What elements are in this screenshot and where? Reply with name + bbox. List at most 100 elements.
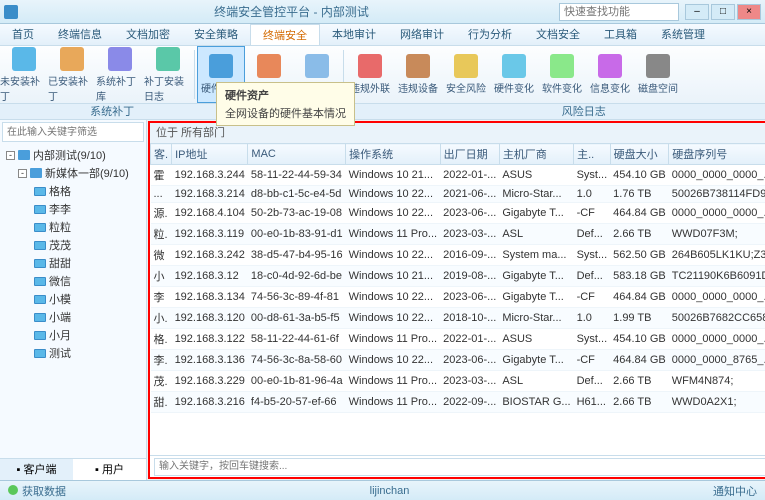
menu-9[interactable]: 工具箱 <box>592 24 649 45</box>
table-row[interactable]: 李192.168.3.13474-56-3c-89-4f-81Windows 1… <box>151 287 765 308</box>
ribbon-label: 已安装补丁 <box>48 73 96 103</box>
ribbon-磁盘空间[interactable]: 磁盘空间 <box>634 46 682 103</box>
col-header[interactable]: 客. <box>151 144 172 165</box>
menu-6[interactable]: 网络审计 <box>388 24 456 45</box>
ribbon-已安装补丁[interactable]: 已安装补丁 <box>48 46 96 103</box>
cell: 1.99 TB <box>610 308 669 329</box>
ribbon-label: 系统补丁库 <box>96 73 144 103</box>
tree-node[interactable]: 小月 <box>2 326 144 344</box>
col-header[interactable]: 硬盘大小 <box>610 144 669 165</box>
ribbon-icon <box>305 54 329 78</box>
tree-filter-input[interactable] <box>2 122 144 142</box>
cell: 583.18 GB <box>610 266 669 287</box>
breadcrumb: 位于 所有部门 ✎ ⟳ <box>150 123 765 143</box>
ribbon-icon <box>646 54 670 78</box>
side-tab-0[interactable]: ▪ 客户端 <box>0 459 73 480</box>
col-header[interactable]: 操作系统 <box>346 144 440 165</box>
menu-5[interactable]: 本地审计 <box>320 24 388 45</box>
table-row[interactable]: 源.192.168.4.10450-2b-73-ac-19-08Windows … <box>151 203 765 224</box>
ribbon-label: 违规外联 <box>350 80 390 95</box>
tree-node[interactable]: 小端 <box>2 308 144 326</box>
tooltip: 硬件资产 全网设备的硬件基本情况 <box>216 82 355 126</box>
cell: 464.84 GB <box>610 203 669 224</box>
ribbon-icon <box>60 47 84 71</box>
cell: 00-e0-1b-83-91-d1 <box>248 224 346 245</box>
menu-1[interactable]: 终端信息 <box>46 24 114 45</box>
ribbon-label: 安全风险 <box>446 80 486 95</box>
cell: 小 <box>151 266 172 287</box>
cell: Micro-Star... <box>499 308 573 329</box>
tree-node[interactable]: 格格 <box>2 182 144 200</box>
cell: 2022-01-... <box>440 165 499 186</box>
table-row[interactable]: 茂.192.168.3.22900-e0-1b-81-96-4aWindows … <box>151 371 765 392</box>
cell: 0000_0000_8765_... <box>669 350 765 371</box>
menu-4[interactable]: 终端安全 <box>250 24 320 45</box>
menu-10[interactable]: 系统管理 <box>649 24 717 45</box>
tree-node[interactable]: 李李 <box>2 200 144 218</box>
table-row[interactable]: 微192.168.3.24238-d5-47-b4-95-16Windows 1… <box>151 245 765 266</box>
col-header[interactable]: 主.. <box>574 144 611 165</box>
cell: 50026B738114FD9... <box>669 186 765 203</box>
data-table-wrap[interactable]: 客.IP地址MAC操作系统出厂日期主机厂商主..硬盘大小硬盘序列号CPU型号内存… <box>150 143 765 455</box>
ribbon-安全风险[interactable]: 安全风险 <box>442 46 490 103</box>
table-row[interactable]: 甜.192.168.3.216f4-b5-20-57-ef-66Windows … <box>151 392 765 413</box>
cell: 464.84 GB <box>610 350 669 371</box>
menu-2[interactable]: 文档加密 <box>114 24 182 45</box>
cell: 2016-09-... <box>440 245 499 266</box>
cell: 2023-06-... <box>440 287 499 308</box>
cell: d8-bb-c1-5c-e4-5d <box>248 186 346 203</box>
tooltip-title: 硬件资产 <box>225 87 346 103</box>
tree-node[interactable]: -新媒体一部(9/10) <box>2 164 144 182</box>
ribbon-信息变化[interactable]: 信息变化 <box>586 46 634 103</box>
ribbon-硬件变化[interactable]: 硬件变化 <box>490 46 538 103</box>
cell: 0000_0000_0000_... <box>669 329 765 350</box>
tree-node[interactable]: 茂茂 <box>2 236 144 254</box>
pc-icon <box>34 241 46 250</box>
ribbon-违规设备[interactable]: 违规设备 <box>394 46 442 103</box>
tree-label: 小模 <box>49 291 71 307</box>
tree-node[interactable]: 甜甜 <box>2 254 144 272</box>
col-header[interactable]: MAC <box>248 144 346 165</box>
menu-3[interactable]: 安全策略 <box>182 24 250 45</box>
ribbon-软件变化[interactable]: 软件变化 <box>538 46 586 103</box>
tree-node[interactable]: 小模 <box>2 290 144 308</box>
cell: ASL <box>499 371 573 392</box>
menu-0[interactable]: 首页 <box>0 24 46 45</box>
menubar: 首页终端信息文档加密安全策略终端安全本地审计网络审计行为分析文档安全工具箱系统管… <box>0 24 765 46</box>
table-row[interactable]: ...192.168.3.214d8-bb-c1-5c-e4-5dWindows… <box>151 186 765 203</box>
col-header[interactable]: 主机厂商 <box>499 144 573 165</box>
table-row[interactable]: 粒.192.168.3.11900-e0-1b-83-91-d1Windows … <box>151 224 765 245</box>
cell: WWD07F3M; <box>669 224 765 245</box>
table-row[interactable]: 小.192.168.3.12000-d8-61-3a-b5-f5Windows … <box>151 308 765 329</box>
pc-icon <box>34 259 46 268</box>
maximize-button[interactable]: □ <box>711 4 735 20</box>
cell: 192.168.3.216 <box>172 392 248 413</box>
tree-node[interactable]: 微信 <box>2 272 144 290</box>
tree-node[interactable]: 测试 <box>2 344 144 362</box>
ribbon-未安装补丁[interactable]: 未安装补丁 <box>0 46 48 103</box>
tree-node[interactable]: -内部测试(9/10) <box>2 146 144 164</box>
ribbon-icon <box>108 47 132 71</box>
menu-8[interactable]: 文档安全 <box>524 24 592 45</box>
table-search-input[interactable] <box>154 458 765 476</box>
minimize-button[interactable]: – <box>685 4 709 20</box>
menu-7[interactable]: 行为分析 <box>456 24 524 45</box>
table-row[interactable]: 格.192.168.3.12258-11-22-44-61-6fWindows … <box>151 329 765 350</box>
ribbon-系统补丁库[interactable]: 系统补丁库 <box>96 46 144 103</box>
col-header[interactable]: 出厂日期 <box>440 144 499 165</box>
status-right[interactable]: 通知中心 <box>713 483 757 499</box>
side-tab-1[interactable]: ▪ 用户 <box>73 459 146 480</box>
tree-node[interactable]: 粒粒 <box>2 218 144 236</box>
ribbon-补丁安装日志[interactable]: 补丁安装日志 <box>144 46 192 103</box>
cell: Gigabyte T... <box>499 203 573 224</box>
cell: Windows 11 Pro... <box>346 224 440 245</box>
app-icon <box>4 5 18 19</box>
table-row[interactable]: 霍192.168.3.24458-11-22-44-59-34Windows 1… <box>151 165 765 186</box>
table-row[interactable]: 小192.168.3.1218-c0-4d-92-6d-beWindows 10… <box>151 266 765 287</box>
cell: 0000_0000_0000_... <box>669 165 765 186</box>
quick-search-input[interactable] <box>559 3 679 21</box>
col-header[interactable]: IP地址 <box>172 144 248 165</box>
close-button[interactable]: × <box>737 4 761 20</box>
col-header[interactable]: 硬盘序列号 <box>669 144 765 165</box>
table-row[interactable]: 李.192.168.3.13674-56-3c-8a-58-60Windows … <box>151 350 765 371</box>
